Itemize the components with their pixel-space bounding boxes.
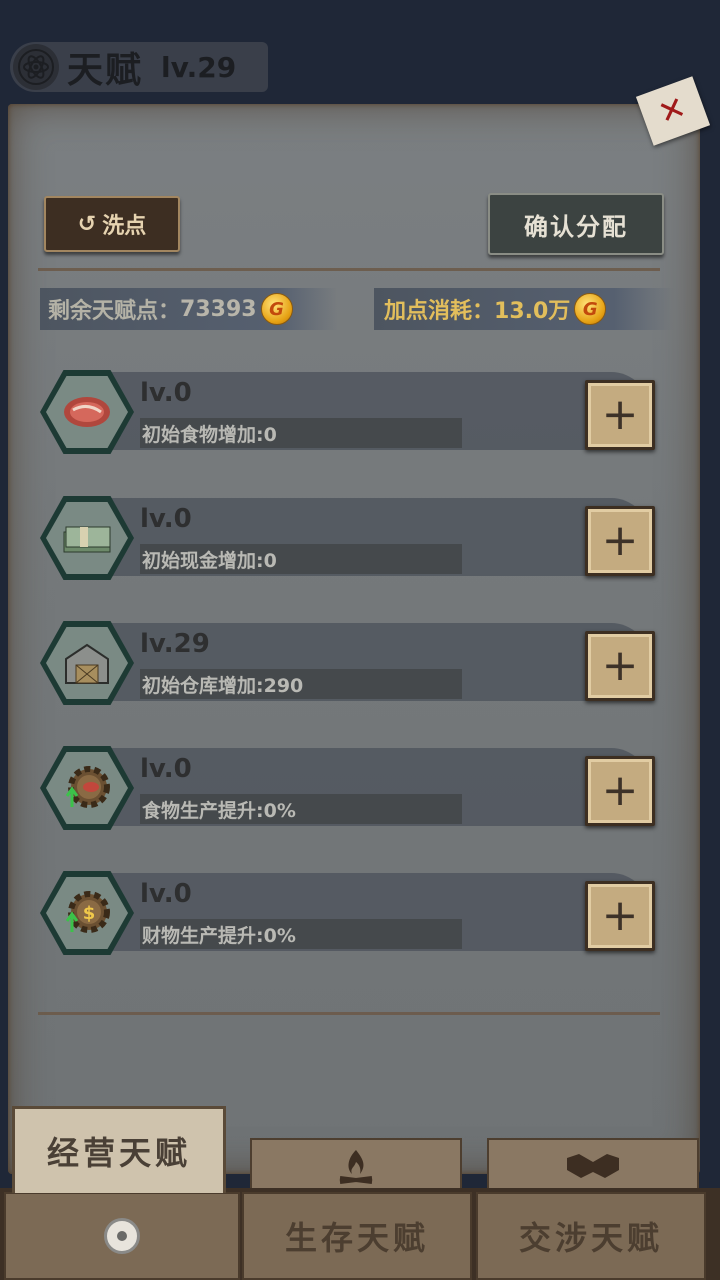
- talent-level: lv.0: [140, 754, 192, 784]
- campfire-icon: [339, 1150, 373, 1184]
- reset-points-button[interactable]: ↺ 洗点: [44, 196, 180, 252]
- confirm-allocation-button[interactable]: 确认分配: [488, 193, 664, 255]
- plus-icon: +: [601, 389, 639, 440]
- talent-level: lv.29: [140, 629, 210, 659]
- talent-row: $ lv.0 财物生产提升:0% +: [40, 871, 660, 961]
- divider: [38, 268, 660, 271]
- tab-management[interactable]: [4, 1192, 240, 1280]
- atom-icon: [13, 44, 59, 90]
- talent-description: 财物生产提升:0%: [140, 919, 462, 949]
- selected-dot-icon: [104, 1218, 140, 1254]
- gold-coin-icon: G: [260, 293, 293, 325]
- plus-icon: +: [601, 640, 639, 691]
- add-point-button[interactable]: +: [585, 881, 655, 951]
- tab-negotiation-top[interactable]: [487, 1138, 699, 1192]
- tab-survival-top[interactable]: [250, 1138, 462, 1192]
- talent-level: lv.0: [140, 378, 192, 408]
- tab-survival-talent[interactable]: 生存天赋: [242, 1192, 472, 1280]
- food-production-gear-icon: [46, 752, 128, 824]
- add-point-button[interactable]: +: [585, 756, 655, 826]
- add-point-button[interactable]: +: [585, 380, 655, 450]
- close-icon: ✕: [653, 87, 692, 133]
- meat-icon: [46, 376, 128, 448]
- tab-negotiation-talent[interactable]: 交涉天赋: [476, 1192, 706, 1280]
- point-cost-value: 13.0万: [494, 299, 571, 324]
- talent-description: 食物生产提升:0%: [140, 794, 462, 824]
- svg-text:$: $: [83, 903, 96, 924]
- remaining-points: 剩余天赋点： 73393 G: [40, 288, 338, 330]
- talent-level: lv.0: [140, 879, 192, 909]
- reset-icon: ↺: [77, 211, 97, 237]
- warehouse-icon: [46, 627, 128, 699]
- player-level: lv.29: [161, 50, 237, 84]
- talent-row: lv.29 初始仓库增加:290 +: [40, 621, 660, 711]
- talent-row: lv.0 食物生产提升:0% +: [40, 746, 660, 836]
- plus-icon: +: [601, 890, 639, 941]
- talent-description: 初始现金增加:0: [140, 544, 462, 574]
- remaining-points-value: 73393: [180, 296, 257, 322]
- add-point-button[interactable]: +: [585, 631, 655, 701]
- point-cost: 加点消耗： 13.0万 G: [374, 288, 674, 330]
- add-point-button[interactable]: +: [585, 506, 655, 576]
- tab-management-talent[interactable]: 经营天赋: [12, 1106, 226, 1193]
- plus-icon: +: [601, 765, 639, 816]
- plus-icon: +: [601, 515, 639, 566]
- money-production-gear-icon: $: [46, 877, 128, 949]
- talent-row: lv.0 初始现金增加:0 +: [40, 496, 660, 586]
- talent-row: lv.0 初始食物增加:0 +: [40, 370, 660, 460]
- page-title: 天赋: [67, 50, 144, 91]
- talent-description: 初始仓库增加:290: [140, 669, 462, 699]
- cash-stack-icon: [46, 502, 128, 574]
- talent-level: lv.0: [140, 504, 192, 534]
- talent-description: 初始食物增加:0: [140, 418, 462, 448]
- divider: [38, 1012, 660, 1015]
- gold-coin-icon: G: [574, 293, 607, 325]
- handshake-icon: [567, 1154, 619, 1178]
- talent-header: 天赋 lv.29: [10, 42, 268, 92]
